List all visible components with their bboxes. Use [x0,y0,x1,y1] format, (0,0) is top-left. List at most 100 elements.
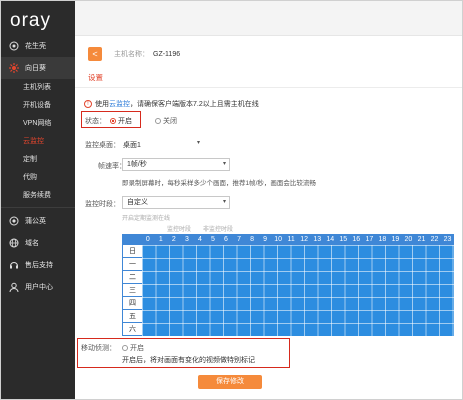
schedule-cells[interactable] [142,310,454,323]
support-icon [9,260,19,270]
sidebar-group-label: 用户中心 [25,284,53,291]
chevron-down-icon: ▾ [222,199,226,205]
day-label: 一 [122,258,142,271]
version-notice: ! 使用 云监控 ，请确保客户端版本7.2以上且需主机在线 [84,99,259,109]
sidebar-item-vpn[interactable]: VPN网络 [1,115,75,133]
hour-header-cell: 11 [287,236,295,243]
sidebar-group-domain[interactable]: 域名 [1,232,75,254]
radio-checked-icon [110,118,116,124]
legend-monitor-off: 非监控时段 [203,227,234,233]
status-off-radio[interactable]: 关闭 [155,116,177,126]
top-bar [75,1,462,36]
sidebar-group-label: 蒲公英 [25,218,46,225]
notice-suffix: ，请确保客户端版本7.2以上且需主机在线 [130,101,259,108]
notice-prefix: 使用 [95,101,109,108]
day-label: 四 [122,297,142,310]
cloud-monitor-link[interactable]: 云监控 [109,99,130,109]
schedule-cells[interactable] [142,245,454,258]
save-button[interactable]: 保存修改 [198,375,262,389]
sunflower-icon [9,63,19,73]
oray-logo: oray [10,10,51,31]
hour-header-cell: 10 [274,236,283,243]
schedule-day-row: 日 [122,245,454,258]
peanut-icon [9,41,19,51]
motion-detect-label: 移动侦测： [81,345,116,352]
hour-header-cell: 14 [326,236,335,243]
grid-corner [122,234,141,245]
hour-header-cell: 15 [339,236,348,243]
hour-header-cell: 3 [184,236,189,243]
monitor-screen-select[interactable]: 桌面1 [123,140,141,150]
hour-header-cell: 18 [378,236,387,243]
divider [75,87,462,88]
motion-detect-checkbox[interactable]: 开启 [122,343,144,353]
legend-monitor-on: 监控时段 [167,227,192,233]
monitor-screen-label: 监控桌面： [85,142,120,149]
main-panel: < 主机名称： GZ-1196 设置 ! 使用 云监控 ，请确保客户端版本7.2… [75,1,462,399]
host-name-value: GZ-1196 [153,50,181,58]
day-label: 日 [122,245,142,258]
host-header: < 主机名称： GZ-1196 [88,47,180,61]
hour-header-cell: 5 [211,236,215,243]
radio-unchecked-icon [155,118,161,124]
hour-header-cell: 0 [145,236,150,243]
sidebar-item-boot-device[interactable]: 开机设备 [1,97,75,115]
schedule-grid[interactable]: 0 1 2 3 4 5 6 7 8 9 10 11 12 13 14 15 16 17 18 19 20 21 22 23 日… [122,234,454,336]
sidebar-item-renew[interactable]: 服务续费 [1,187,75,205]
sidebar-group-dandelion[interactable]: 蒲公英 [1,210,75,232]
back-button[interactable]: < [88,47,102,61]
hour-header-cell: 13 [313,236,322,243]
sidebar-item-purchase[interactable]: 代购 [1,169,75,187]
monitor-period-select[interactable]: 自定义 ▾ [122,196,230,209]
sidebar-item-custom[interactable]: 定制 [1,151,75,169]
frame-rate-select[interactable]: 1帧/秒 ▾ [122,158,230,171]
status-label: 状态： [85,118,106,125]
hour-header-cell: 23 [443,236,452,243]
sidebar-group-label: 售后支持 [25,262,53,269]
sidebar-item-cloud-monitor[interactable]: 云监控 [1,133,75,151]
hour-header-cell: 19 [391,236,400,243]
hour-header-cell: 9 [263,236,268,243]
schedule-cells[interactable] [142,323,454,336]
monitor-period-label: 监控时段： [85,201,120,208]
status-on-radio[interactable]: 开启 [110,116,132,126]
chevron-down-icon: ▾ [197,140,201,146]
schedule-day-row: 五 [122,310,454,323]
hour-header-cell: 6 [224,236,228,243]
radio-unchecked-icon [122,345,128,351]
schedule-day-row: 二 [122,271,454,284]
day-label: 六 [122,323,142,336]
schedule-day-row: 三 [122,284,454,297]
sidebar-group-user[interactable]: 用户中心 [1,276,75,298]
schedule-hour-header: 0 1 2 3 4 5 6 7 8 9 10 11 12 13 14 15 16 17 18 19 20 21 22 23 [122,234,454,245]
schedule-day-row: 六 [122,323,454,336]
sidebar-group-label: 花生壳 [25,43,46,50]
user-icon [9,282,19,292]
hour-header-cell: 2 [171,236,176,243]
day-label: 三 [122,284,142,297]
schedule-cells[interactable] [142,271,454,284]
host-name-label: 主机名称： [114,51,149,58]
hour-header-cell: 16 [352,236,361,243]
schedule-cells[interactable] [142,297,454,310]
sidebar-divider [1,207,75,208]
settings-title: 设置 [88,73,103,82]
schedule-cells[interactable] [142,284,454,297]
motion-detect-desc: 开启后，将对画面有变化的视频做特别标记 [122,357,255,364]
hour-header-cell: 22 [430,236,439,243]
frame-rate-hint: 即录制屏幕时，每秒采样多少个画面，推荐1帧/秒，画面会比较流畅 [122,180,316,187]
sidebar-group-sunflower[interactable]: 向日葵 [1,57,75,79]
sidebar: oray 花生壳 向日葵 主机列表 开机设备 VPN网络 云监控 定制 代购 服… [1,1,75,399]
hour-header-cell: 8 [250,236,255,243]
sidebar-group-support[interactable]: 售后支持 [1,254,75,276]
hour-header-cell: 17 [365,236,374,243]
hour-header-cell: 1 [158,236,163,243]
dandelion-icon [9,216,19,226]
hour-header-cell: 4 [197,236,202,243]
warning-icon: ! [84,100,92,108]
sidebar-group-label: 向日葵 [25,65,46,72]
sidebar-item-host-list[interactable]: 主机列表 [1,79,75,97]
schedule-day-row: 四 [122,297,454,310]
sidebar-group-peanut[interactable]: 花生壳 [1,35,75,57]
schedule-cells[interactable] [142,258,454,271]
